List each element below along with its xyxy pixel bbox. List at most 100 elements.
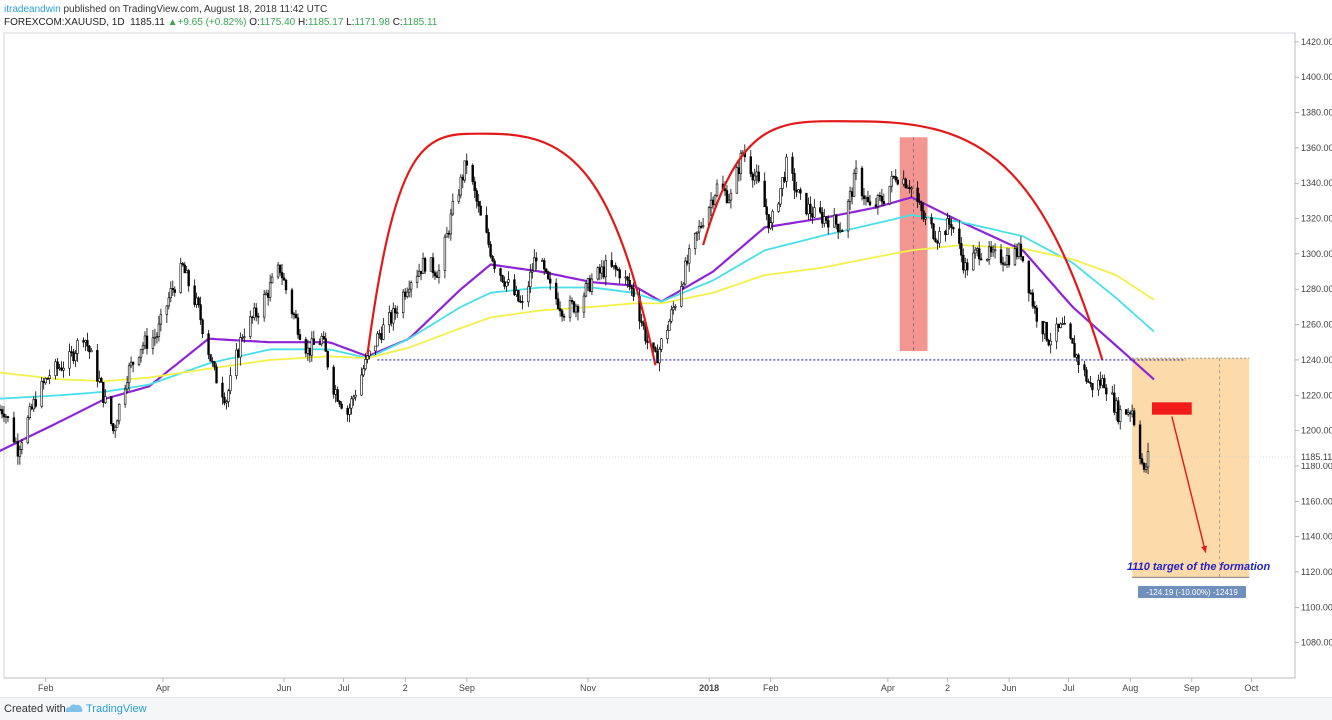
- candle-body: [112, 423, 115, 432]
- candle-body: [501, 275, 504, 282]
- candle-body: [588, 278, 592, 292]
- candle-body: [823, 216, 826, 224]
- candle-body: [376, 333, 379, 347]
- candle-body: [336, 389, 339, 402]
- y-tick-label: 1120.00: [1301, 567, 1332, 577]
- candle-body: [447, 232, 451, 235]
- candle-body: [139, 348, 143, 358]
- candle-body: [334, 389, 337, 395]
- candle-body: [686, 260, 689, 264]
- candle-body: [433, 272, 437, 277]
- candle-body: [572, 301, 576, 313]
- price-chart[interactable]: 1080.001100.001120.001140.001160.001180.…: [0, 0, 1332, 697]
- candle-body: [979, 258, 983, 261]
- candle-body: [834, 214, 838, 225]
- candle-body: [181, 263, 184, 266]
- candle-body: [378, 333, 381, 335]
- candle-body: [936, 241, 939, 244]
- candle-body: [390, 312, 393, 324]
- candle-body: [443, 236, 447, 271]
- candle-body: [974, 249, 977, 254]
- candle-body: [548, 278, 552, 284]
- candle-body: [966, 262, 969, 271]
- candle-body: [100, 377, 103, 383]
- candle-body: [598, 267, 602, 274]
- candle-body: [241, 337, 244, 339]
- candle-body: [950, 224, 953, 228]
- candle-body: [582, 295, 586, 313]
- candle-body: [487, 232, 490, 245]
- candle-body: [1003, 263, 1007, 266]
- candle-body: [521, 301, 524, 303]
- candle-body: [90, 349, 93, 353]
- candle-body: [117, 403, 121, 422]
- candle-body: [318, 343, 321, 346]
- tradingview-brand[interactable]: TradingView: [86, 703, 147, 715]
- candle-body: [922, 210, 925, 220]
- candle-body: [882, 201, 886, 205]
- candle-body: [527, 286, 530, 303]
- candle-body: [312, 338, 316, 345]
- candle-body: [1033, 306, 1037, 309]
- candle-body: [993, 249, 997, 252]
- candle-body: [185, 270, 188, 274]
- candle-body: [131, 361, 135, 365]
- candle-body: [751, 173, 754, 181]
- candle-body: [546, 271, 550, 280]
- candle-body: [28, 406, 31, 419]
- candle-body: [223, 396, 226, 404]
- candle-body: [513, 279, 516, 296]
- candle-body: [1059, 323, 1062, 328]
- candle-body: [515, 290, 518, 296]
- candle-body: [729, 192, 733, 201]
- candle-body: [545, 268, 548, 273]
- candle-body: [660, 338, 663, 350]
- candle-body: [670, 309, 673, 322]
- candle-body: [1089, 382, 1092, 384]
- candle-body: [1073, 343, 1076, 358]
- candle-body: [96, 349, 99, 382]
- candle-body: [151, 337, 155, 349]
- candle-body: [1097, 379, 1100, 391]
- candle-body: [40, 381, 43, 407]
- candle-body: [783, 177, 786, 182]
- x-tick-label: 2: [945, 683, 950, 693]
- candle-body: [602, 266, 606, 278]
- candle-body: [225, 401, 228, 404]
- candle-body: [6, 416, 10, 419]
- candle-body: [1045, 322, 1048, 341]
- candle-body: [282, 277, 286, 281]
- candle-body: [201, 319, 204, 334]
- candle-body: [171, 288, 174, 290]
- candle-body: [409, 282, 413, 290]
- candle-body: [257, 315, 260, 318]
- candle-body: [445, 232, 449, 238]
- candle-body: [1001, 262, 1005, 265]
- x-tick-label: Feb: [38, 683, 54, 693]
- candle-body: [435, 275, 439, 278]
- candle-body: [848, 191, 852, 202]
- candle-body: [322, 336, 325, 340]
- candle-body: [1144, 466, 1148, 470]
- candle-body: [930, 217, 933, 225]
- candle-body: [415, 275, 419, 283]
- candle-body: [26, 417, 30, 444]
- candle-body: [159, 314, 163, 325]
- candle-body: [167, 297, 171, 307]
- candle-body: [1061, 323, 1064, 325]
- candle-body: [0, 409, 4, 415]
- candle-body: [2, 413, 6, 418]
- y-tick-label: 1320.00: [1301, 214, 1332, 224]
- candle-body: [799, 189, 802, 194]
- candle-body: [1063, 323, 1066, 325]
- candle-body: [976, 248, 979, 251]
- target-box: [1132, 358, 1250, 578]
- candle-body: [535, 257, 538, 262]
- candle-body: [938, 231, 941, 244]
- candle-body: [701, 225, 705, 228]
- candle-body: [0, 409, 2, 411]
- candle-body: [924, 217, 927, 220]
- candle-body: [110, 396, 113, 424]
- candle-body: [934, 238, 937, 242]
- candle-body: [221, 382, 224, 398]
